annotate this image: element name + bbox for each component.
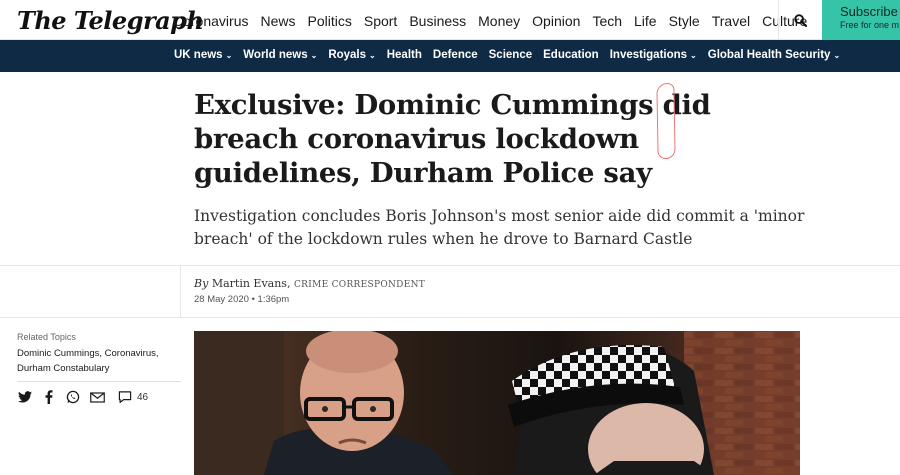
email-icon[interactable] [89, 389, 105, 405]
article-headline: Exclusive: Dominic Cummings did breach c… [194, 88, 794, 190]
nav-news[interactable]: News [260, 13, 295, 29]
subnav-health[interactable]: Health [387, 49, 422, 61]
topic-link[interactable]: Durham Constabulary [17, 363, 109, 374]
nav-opinion[interactable]: Opinion [532, 13, 580, 29]
subnav-royals[interactable]: Royals ⌄ [328, 49, 375, 61]
subnav-label: Science [488, 49, 533, 61]
chevron-down-icon: ⌄ [833, 50, 841, 60]
chevron-down-icon: ⌄ [225, 50, 233, 60]
nav-business[interactable]: Business [409, 13, 466, 29]
author-role: CRIME CORRESPONDENT [293, 280, 426, 290]
related-topics: Dominic Cummings, Coronavirus, Durham Co… [17, 346, 177, 376]
topic-link[interactable]: Dominic Cummings, [17, 348, 102, 359]
subnav-label: Global Health Security [707, 49, 831, 61]
byline-prefix: By [194, 277, 209, 290]
subnav-label: Defence [432, 49, 478, 61]
nav-life[interactable]: Life [634, 13, 657, 29]
top-header: The Telegraph Coronavirus News Politics … [0, 0, 900, 40]
photo-illustration [194, 331, 800, 475]
article-standfirst: Investigation concludes Boris Johnson's … [194, 207, 805, 248]
subnav-label: UK news [174, 49, 223, 61]
comment-count[interactable]: 46 [137, 392, 148, 403]
subnav-label: Royals [328, 49, 367, 61]
section-nav: UK news ⌄ World news ⌄ Royals ⌄ Health Defe… [0, 40, 900, 72]
subnav-label: Health [386, 49, 422, 61]
divider [180, 265, 181, 317]
subscribe-sublabel: Free for one m [840, 20, 900, 30]
comment-icon[interactable] [117, 389, 133, 405]
subnav-world-news[interactable]: World news ⌄ [243, 49, 317, 61]
subnav-defence[interactable]: Defence [433, 49, 478, 61]
nav-coronavirus[interactable]: Coronavirus [173, 13, 248, 29]
subnav-label: Education [543, 49, 599, 61]
publish-date: 28 May 2020 • 1:36pm [194, 294, 290, 305]
subscribe-button[interactable]: Subscribe n Free for one m [822, 0, 900, 40]
subnav-investigations[interactable]: Investigations ⌄ [610, 49, 697, 61]
article-photo [194, 331, 800, 475]
search-button[interactable] [778, 0, 822, 40]
headline-text-start: Exclusive: Dominic Cummings [194, 89, 663, 121]
nav-sport[interactable]: Sport [364, 13, 397, 29]
nav-style[interactable]: Style [669, 13, 700, 29]
subscribe-label: Subscribe n [840, 4, 900, 19]
divider [0, 265, 900, 266]
twitter-icon[interactable] [17, 389, 33, 405]
main-nav: Coronavirus News Politics Sport Business… [173, 13, 819, 29]
divider [0, 317, 900, 318]
chevron-down-icon: ⌄ [310, 50, 318, 60]
subnav-global-health-security[interactable]: Global Health Security ⌄ [708, 49, 840, 61]
author-name[interactable]: Martin Evans, [212, 277, 291, 290]
related-topics-label: Related Topics [17, 332, 76, 342]
search-icon [794, 13, 807, 27]
byline: By Martin Evans, CRIME CORRESPONDENT [194, 277, 425, 290]
facebook-icon[interactable] [41, 389, 57, 405]
subnav-science[interactable]: Science [489, 49, 532, 61]
share-bar: 46 [17, 389, 148, 405]
subnav-label: World news [243, 49, 308, 61]
chevron-down-icon: ⌄ [690, 50, 697, 60]
nav-money[interactable]: Money [478, 13, 520, 29]
nav-travel[interactable]: Travel [712, 13, 750, 29]
subnav-education[interactable]: Education [543, 49, 599, 61]
topic-link[interactable]: Coronavirus, [105, 348, 159, 359]
divider [17, 381, 181, 382]
nav-tech[interactable]: Tech [592, 13, 622, 29]
nav-politics[interactable]: Politics [308, 13, 352, 29]
subnav-uk-news[interactable]: UK news ⌄ [174, 49, 232, 61]
whatsapp-icon[interactable] [65, 389, 81, 405]
chevron-down-icon: ⌄ [369, 50, 376, 60]
subnav-label: Investigations [609, 49, 688, 61]
